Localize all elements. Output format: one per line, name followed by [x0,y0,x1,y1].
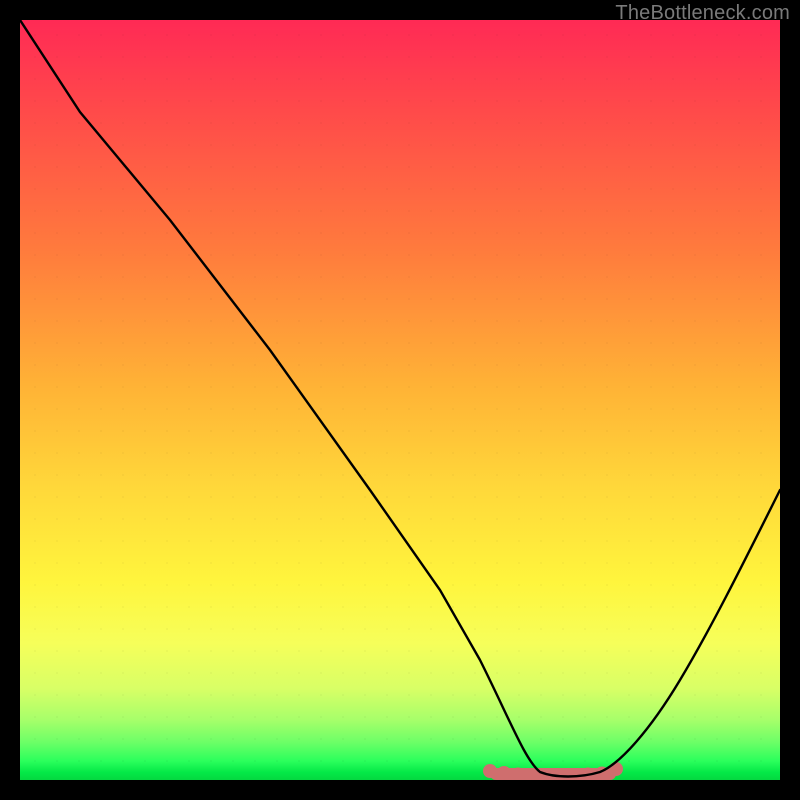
chart-frame: TheBottleneck.com [0,0,800,800]
plot-area [20,20,780,780]
attribution-watermark: TheBottleneck.com [615,2,790,25]
